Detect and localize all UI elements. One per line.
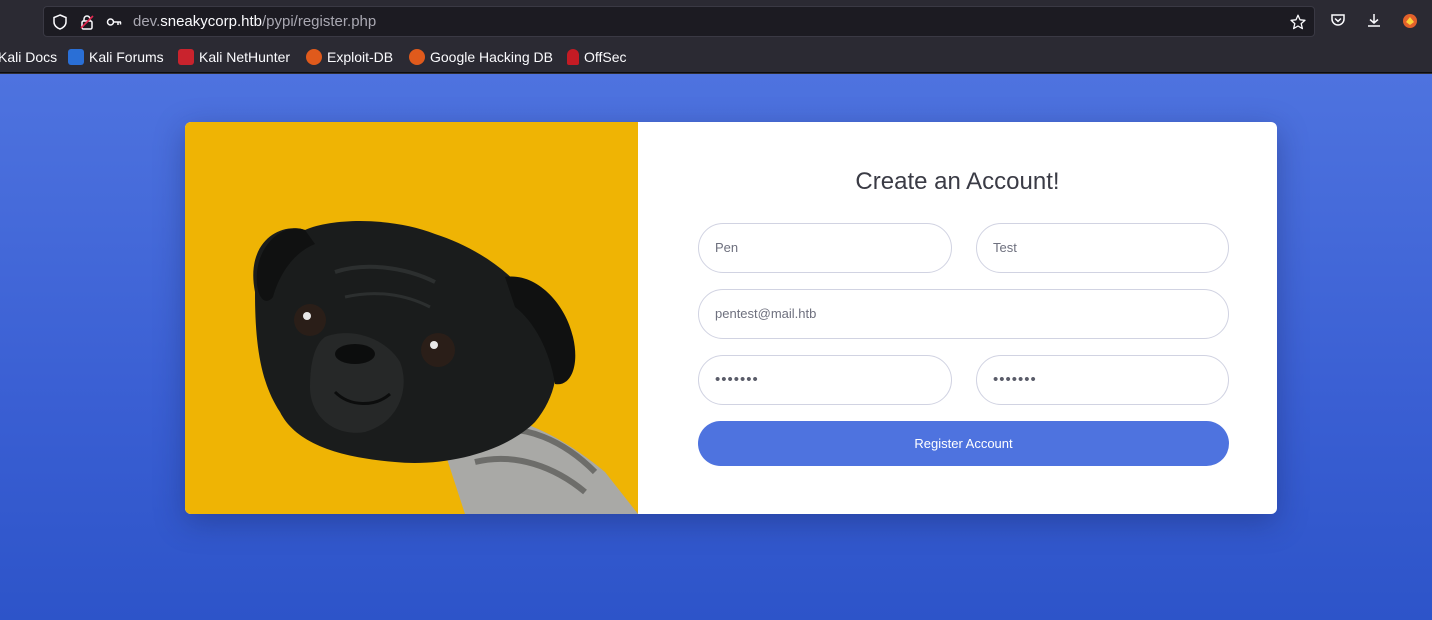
register-card: Create an Account! Pen Test pentest@mail… [185, 122, 1277, 514]
pocket-icon[interactable] [1329, 12, 1347, 30]
bookmark-kali-docs[interactable]: Kali Docs [0, 49, 57, 65]
bookmark-label: Kali NetHunter [199, 49, 291, 65]
bookmark-label: Kali Forums [89, 49, 164, 65]
key-icon[interactable] [106, 14, 122, 30]
bookmark-star-icon[interactable] [1290, 14, 1306, 30]
bookmark-label: OffSec [584, 49, 627, 65]
shield-icon[interactable] [52, 14, 68, 30]
bookmark-exploit-db[interactable]: Exploit-DB [306, 49, 393, 65]
offsec-icon [567, 49, 579, 65]
register-account-button[interactable]: Register Account [698, 421, 1229, 466]
bookmark-kali-forums[interactable]: Kali Forums [68, 49, 164, 65]
google-hacking-db-icon [409, 49, 425, 65]
bookmark-google-hacking-db[interactable]: Google Hacking DB [409, 49, 553, 65]
url-host: sneakycorp.htb [160, 13, 262, 30]
first-name-input[interactable]: Pen [698, 223, 952, 273]
bookmark-offsec[interactable]: OffSec [567, 49, 627, 65]
address-bar[interactable]: dev.sneakycorp.htb/pypi/register.php [43, 6, 1315, 37]
insecure-lock-icon[interactable] [79, 14, 95, 30]
url-prefix: dev. [133, 13, 161, 30]
bookmark-label: Kali Docs [0, 49, 58, 65]
url-path: /pypi/register.php [261, 13, 377, 30]
page-title: Create an Account! [855, 168, 1060, 195]
email-input[interactable]: pentest@mail.htb [698, 289, 1229, 339]
pug-photo [185, 122, 638, 514]
kali-forums-icon [68, 49, 84, 65]
bookmarks-bar: Kali Docs Kali Forums Kali NetHunter Exp… [0, 42, 1432, 73]
url-text[interactable]: dev.sneakycorp.htb/pypi/register.php [133, 13, 376, 30]
repeat-password-input[interactable]: ••••••• [976, 355, 1229, 405]
downloads-icon[interactable] [1365, 12, 1383, 30]
page-background: Create an Account! Pen Test pentest@mail… [0, 74, 1432, 620]
bookmark-label: Exploit-DB [327, 49, 394, 65]
password-input[interactable]: ••••••• [698, 355, 952, 405]
bookmark-kali-nethunter[interactable]: Kali NetHunter [178, 49, 290, 65]
bookmark-label: Google Hacking DB [430, 49, 553, 65]
browser-toolbar: dev.sneakycorp.htb/pypi/register.php [0, 0, 1432, 42]
last-name-input[interactable]: Test [976, 223, 1229, 273]
kali-nethunter-icon [178, 49, 194, 65]
extension-icon[interactable] [1401, 12, 1419, 30]
exploit-db-icon [306, 49, 322, 65]
